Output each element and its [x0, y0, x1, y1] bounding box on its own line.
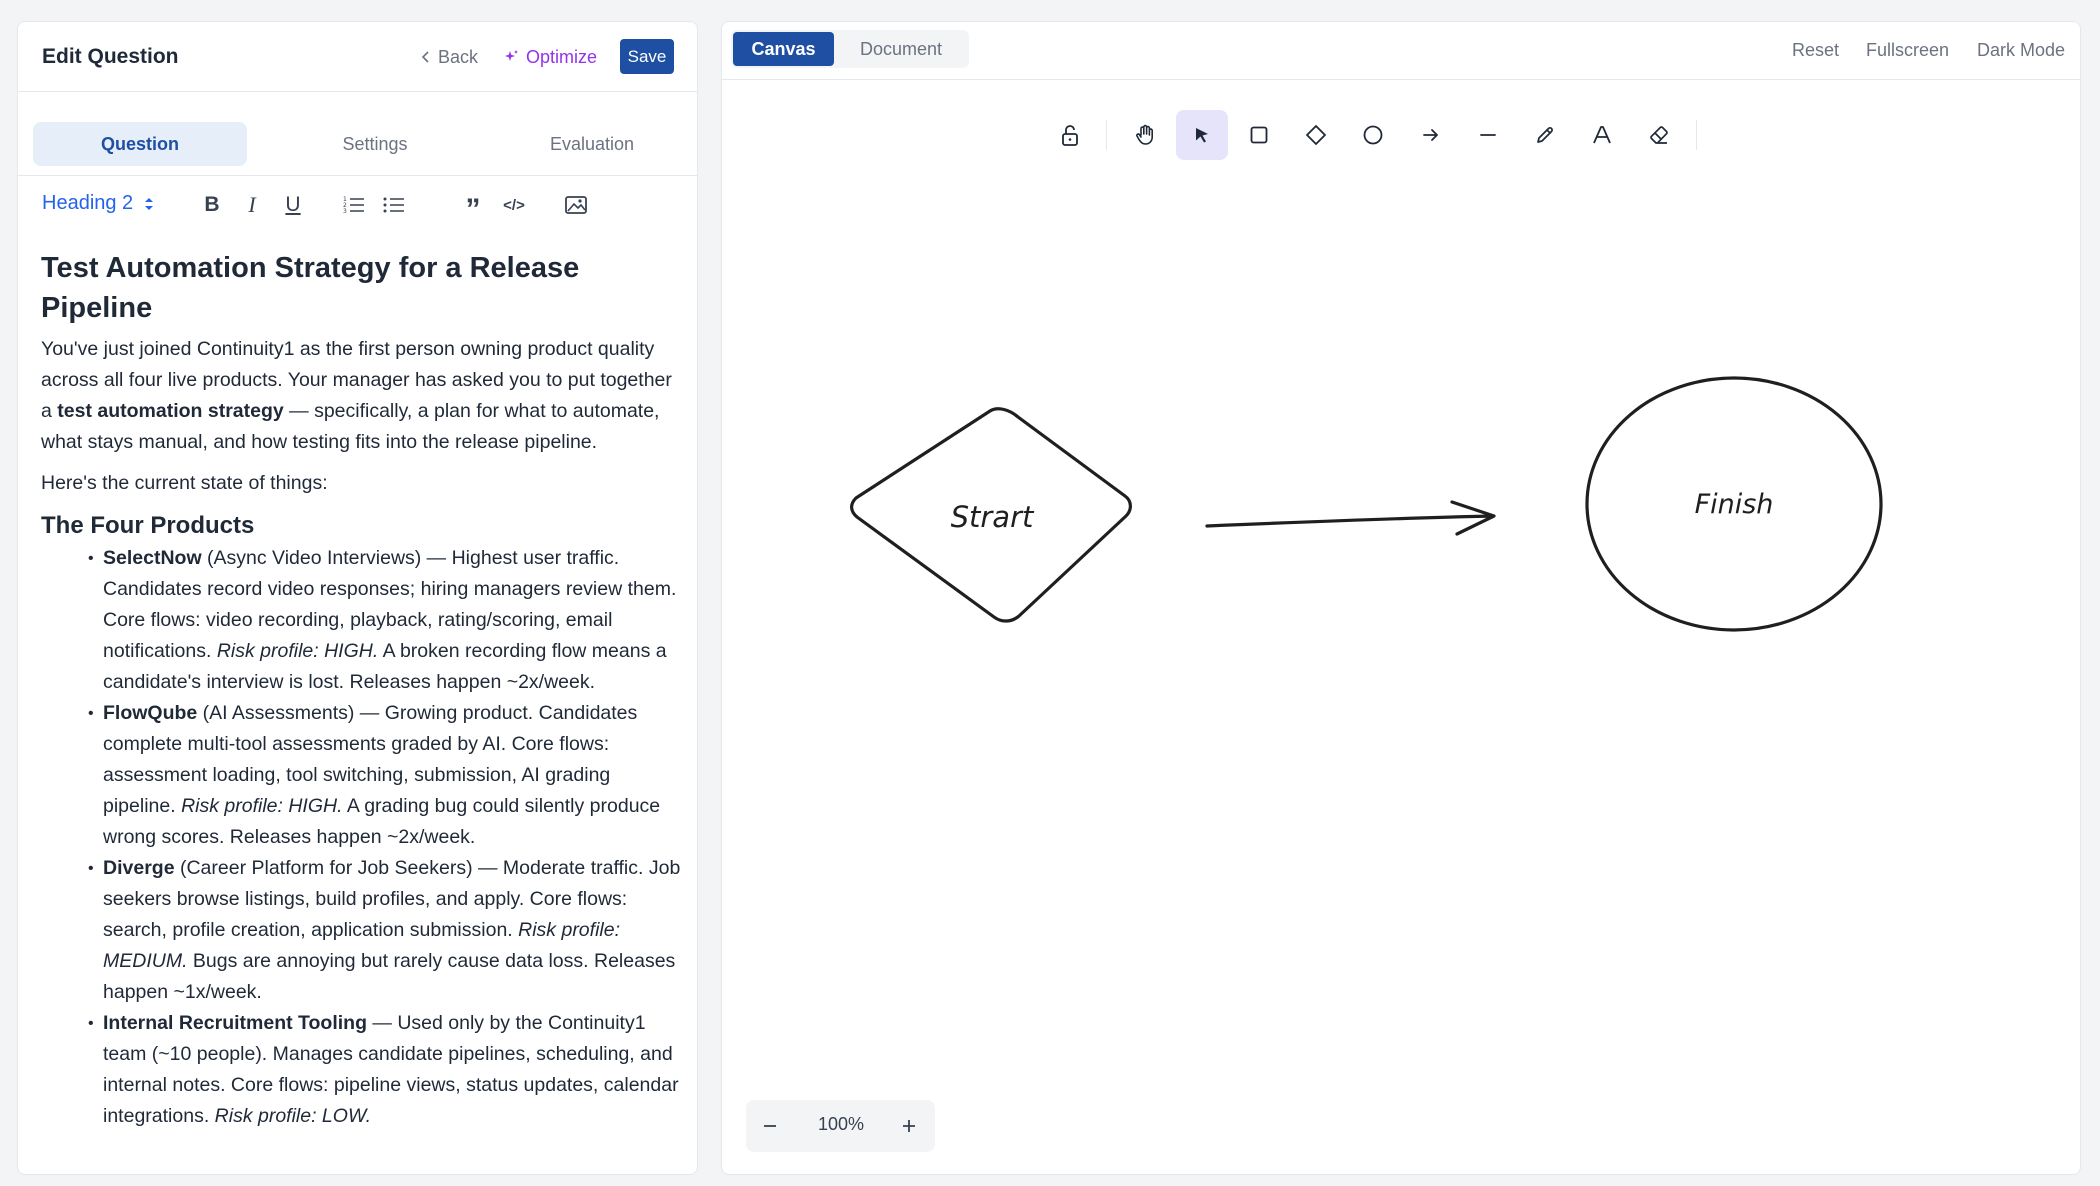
editor-header: Edit Question Back Optimize Save	[18, 22, 697, 92]
canvas-panel: Canvas Document Reset Fullscreen Dark Mo…	[721, 21, 2081, 1175]
quote-icon: ”	[465, 193, 481, 226]
intro-bold: test automation strategy	[57, 400, 284, 422]
sparkle-icon	[505, 50, 518, 61]
optimize-button[interactable]: Optimize	[504, 44, 597, 70]
heading-select[interactable]: Heading 2	[42, 192, 155, 215]
product-tail: Bugs are annoying but rarely cause data …	[103, 950, 676, 1003]
tab-evaluation[interactable]: Evaluation	[485, 122, 697, 166]
plus-icon	[903, 1120, 915, 1132]
back-label: Back	[438, 46, 479, 67]
pointer-tool[interactable]	[1176, 110, 1228, 160]
question-tabs: Question Settings Evaluation	[18, 92, 697, 176]
editor-toolbar: Heading 2 B I U 123 ” </>	[18, 176, 697, 236]
optimize-label: Optimize	[526, 46, 598, 67]
lock-icon	[1062, 125, 1078, 146]
question-title: Test Automation Strategy for a Release P…	[41, 252, 580, 324]
product-name: SelectNow	[103, 547, 202, 569]
ordered-list-button[interactable]: 123	[339, 190, 369, 220]
diamond-icon	[1306, 125, 1326, 145]
text-icon	[1593, 126, 1611, 144]
product-risk: Risk profile: HIGH.	[181, 795, 343, 817]
list-item: Internal Recruitment Tooling — Used only…	[80, 1008, 681, 1132]
line-icon	[1480, 134, 1496, 136]
drawing-toolbar	[722, 22, 2080, 162]
diamond-tool[interactable]	[1290, 110, 1342, 160]
underline-button[interactable]: U	[278, 190, 308, 220]
toolbar-divider	[1106, 120, 1107, 150]
toolbar-divider	[1696, 120, 1697, 150]
line-tool[interactable]	[1462, 110, 1514, 160]
tab-question[interactable]: Question	[33, 122, 247, 166]
italic-icon: I	[248, 192, 256, 217]
arrow-tool[interactable]	[1405, 110, 1457, 160]
image-icon	[565, 196, 587, 214]
product-risk: Risk profile: HIGH.	[216, 640, 379, 662]
arrow-icon	[1423, 129, 1438, 141]
product-name: Internal Recruitment Tooling	[103, 1012, 367, 1034]
bullet-list-button[interactable]	[379, 190, 409, 220]
pencil-icon	[1537, 127, 1553, 143]
rectangle-tool[interactable]	[1233, 110, 1285, 160]
section-heading: The Four Products	[41, 512, 255, 539]
editor-panel: Edit Question Back Optimize Save Questio…	[17, 21, 698, 1175]
arrow-shape[interactable]	[1205, 500, 1496, 536]
underline-icon: U	[285, 193, 301, 216]
list-item: Diverge (Career Platform for Job Seekers…	[80, 853, 681, 1008]
rectangle-icon	[1250, 126, 1268, 144]
hand-tool[interactable]	[1119, 110, 1171, 160]
drawing-canvas[interactable]: Strart Finish	[722, 22, 2081, 1175]
list-item: FlowQube (AI Assessments) — Growing prod…	[80, 698, 681, 853]
circle-tool[interactable]	[1347, 110, 1399, 160]
image-button[interactable]	[561, 190, 591, 220]
code-icon: </>	[503, 196, 525, 214]
hand-icon	[1136, 124, 1153, 145]
text-tool[interactable]	[1576, 110, 1628, 160]
zoom-level: 100%	[817, 1114, 865, 1134]
state-paragraph: Here's the current state of things:	[41, 472, 328, 494]
minus-icon	[764, 1125, 776, 1127]
lock-tool[interactable]	[1044, 110, 1096, 160]
question-content[interactable]: Test Automation Strategy for a Release P…	[41, 230, 681, 1174]
pencil-tool[interactable]	[1519, 110, 1571, 160]
page-title: Edit Question	[42, 45, 179, 68]
zoom-out-button[interactable]	[752, 1108, 788, 1144]
italic-button[interactable]: I	[237, 190, 267, 220]
product-risk: Risk profile: LOW.	[214, 1105, 372, 1127]
zoom-in-button[interactable]	[891, 1108, 927, 1144]
intro-paragraph: You've just joined Continuity1 as the fi…	[41, 334, 681, 458]
list-item: SelectNow (Async Video Interviews) — Hig…	[80, 543, 681, 698]
heading-select-value: Heading 2	[42, 192, 134, 214]
ordered-list-icon: 123	[343, 196, 364, 215]
eraser-icon	[1650, 126, 1668, 144]
chevron-left-icon	[421, 51, 429, 63]
tab-settings[interactable]: Settings	[268, 122, 482, 166]
ellipse-label: Finish	[1695, 489, 1774, 520]
product-name: FlowQube	[103, 702, 198, 724]
zoom-control: 100%	[746, 1100, 935, 1152]
pointer-icon	[1196, 128, 1208, 143]
save-button[interactable]: Save	[620, 39, 674, 74]
updown-chevron-icon	[145, 197, 154, 210]
quote-button[interactable]: ”	[458, 190, 488, 225]
product-name: Diverge	[103, 857, 175, 879]
bold-button[interactable]: B	[197, 190, 227, 220]
product-list: SelectNow (Async Video Interviews) — Hig…	[80, 543, 681, 1132]
diamond-label: Strart	[951, 500, 1035, 534]
bold-icon: B	[204, 193, 220, 216]
code-button[interactable]: </>	[499, 190, 529, 220]
svg-text:3: 3	[343, 208, 347, 215]
bullet-list-icon	[383, 197, 404, 213]
eraser-tool[interactable]	[1633, 110, 1685, 160]
back-button[interactable]: Back	[420, 44, 478, 70]
circle-icon	[1363, 125, 1383, 145]
